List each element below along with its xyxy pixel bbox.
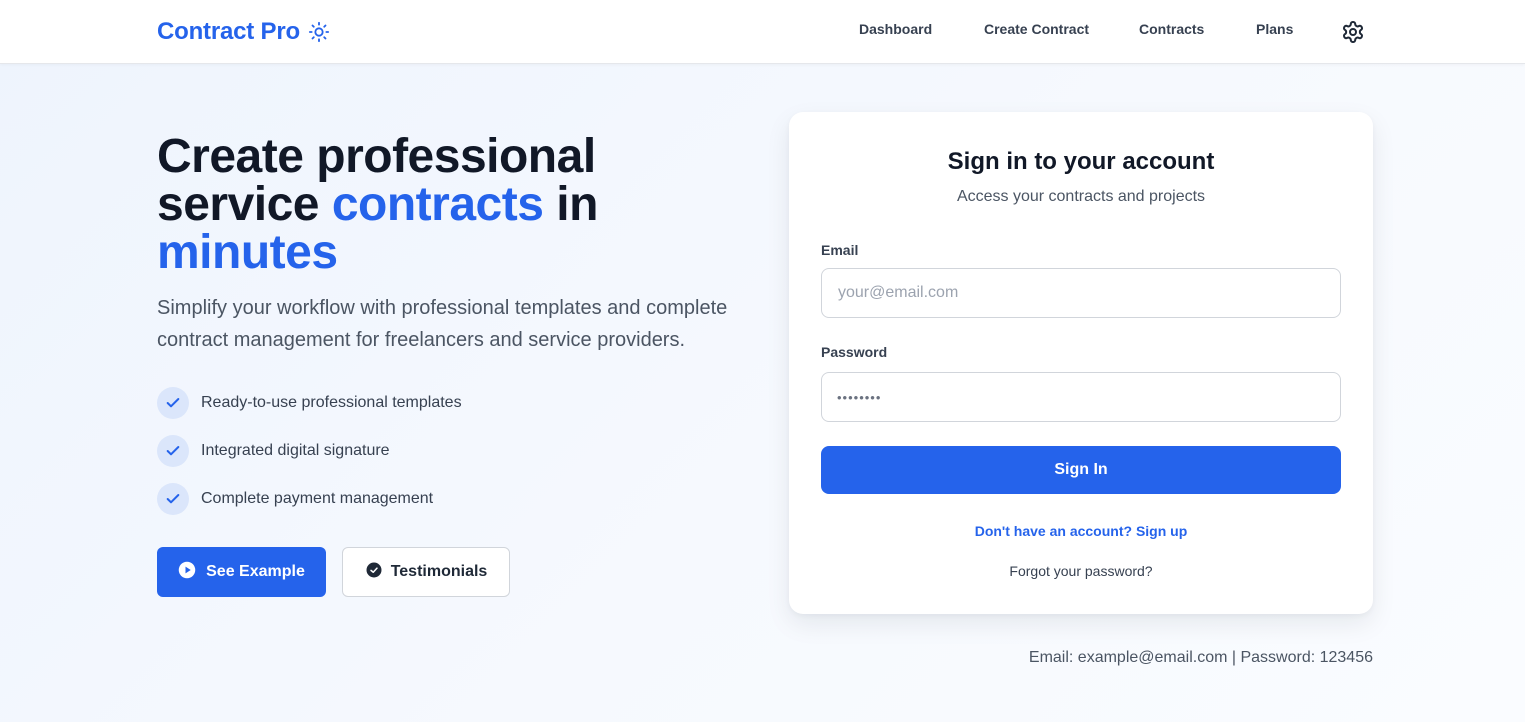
feature-label: Integrated digital signature <box>201 442 390 459</box>
brand-name: Contract Pro <box>157 18 300 45</box>
testimonials-label: Testimonials <box>390 563 488 580</box>
feature-item: Integrated digital signature <box>157 435 390 467</box>
sun-icon <box>308 21 330 43</box>
brand-logo[interactable]: Contract Pro <box>157 17 330 47</box>
top-navbar: Contract Pro Dashboard Create Contract C… <box>0 0 1525 64</box>
password-label: Password <box>821 344 888 360</box>
see-example-label: See Example <box>206 563 305 580</box>
login-card: Sign in to your account Access your cont… <box>789 112 1373 614</box>
nav-contracts[interactable]: Contracts <box>1139 21 1204 37</box>
email-field[interactable] <box>821 268 1341 318</box>
check-icon <box>157 435 189 467</box>
testimonials-button[interactable]: Testimonials <box>342 547 510 597</box>
login-title: Sign in to your account <box>947 148 1215 175</box>
login-subtitle: Access your contracts and projects <box>956 188 1206 205</box>
badge-check-icon <box>365 561 383 584</box>
hero-title-accent-contracts: contracts <box>331 178 544 231</box>
feature-label: Ready-to-use professional templates <box>201 394 462 411</box>
sign-in-button[interactable]: Sign In <box>821 446 1341 494</box>
demo-credentials: Email: example@email.com | Password: 123… <box>1028 649 1373 666</box>
feature-item: Ready-to-use professional templates <box>157 387 462 419</box>
feature-label: Complete payment management <box>201 490 434 507</box>
nav-create-contract[interactable]: Create Contract <box>984 21 1089 37</box>
sign-up-link[interactable]: Don't have an account? Sign up <box>789 523 1373 539</box>
hero-title-part2: in <box>543 178 598 231</box>
play-icon <box>178 561 196 584</box>
nav-plans[interactable]: Plans <box>1256 21 1293 37</box>
email-label: Email <box>821 242 859 258</box>
see-example-button[interactable]: See Example <box>157 547 326 597</box>
nav-dashboard[interactable]: Dashboard <box>859 21 932 37</box>
gear-icon[interactable] <box>1341 20 1365 44</box>
hero-title: Create professional service contracts in… <box>157 133 717 277</box>
password-field[interactable] <box>821 372 1341 422</box>
check-icon <box>157 483 189 515</box>
hero-title-accent-minutes: minutes <box>157 226 338 279</box>
hero-subtitle: Simplify your workflow with professional… <box>157 297 728 351</box>
feature-item: Complete payment management <box>157 483 433 515</box>
check-icon <box>157 387 189 419</box>
forgot-password-link[interactable]: Forgot your password? <box>789 563 1373 579</box>
